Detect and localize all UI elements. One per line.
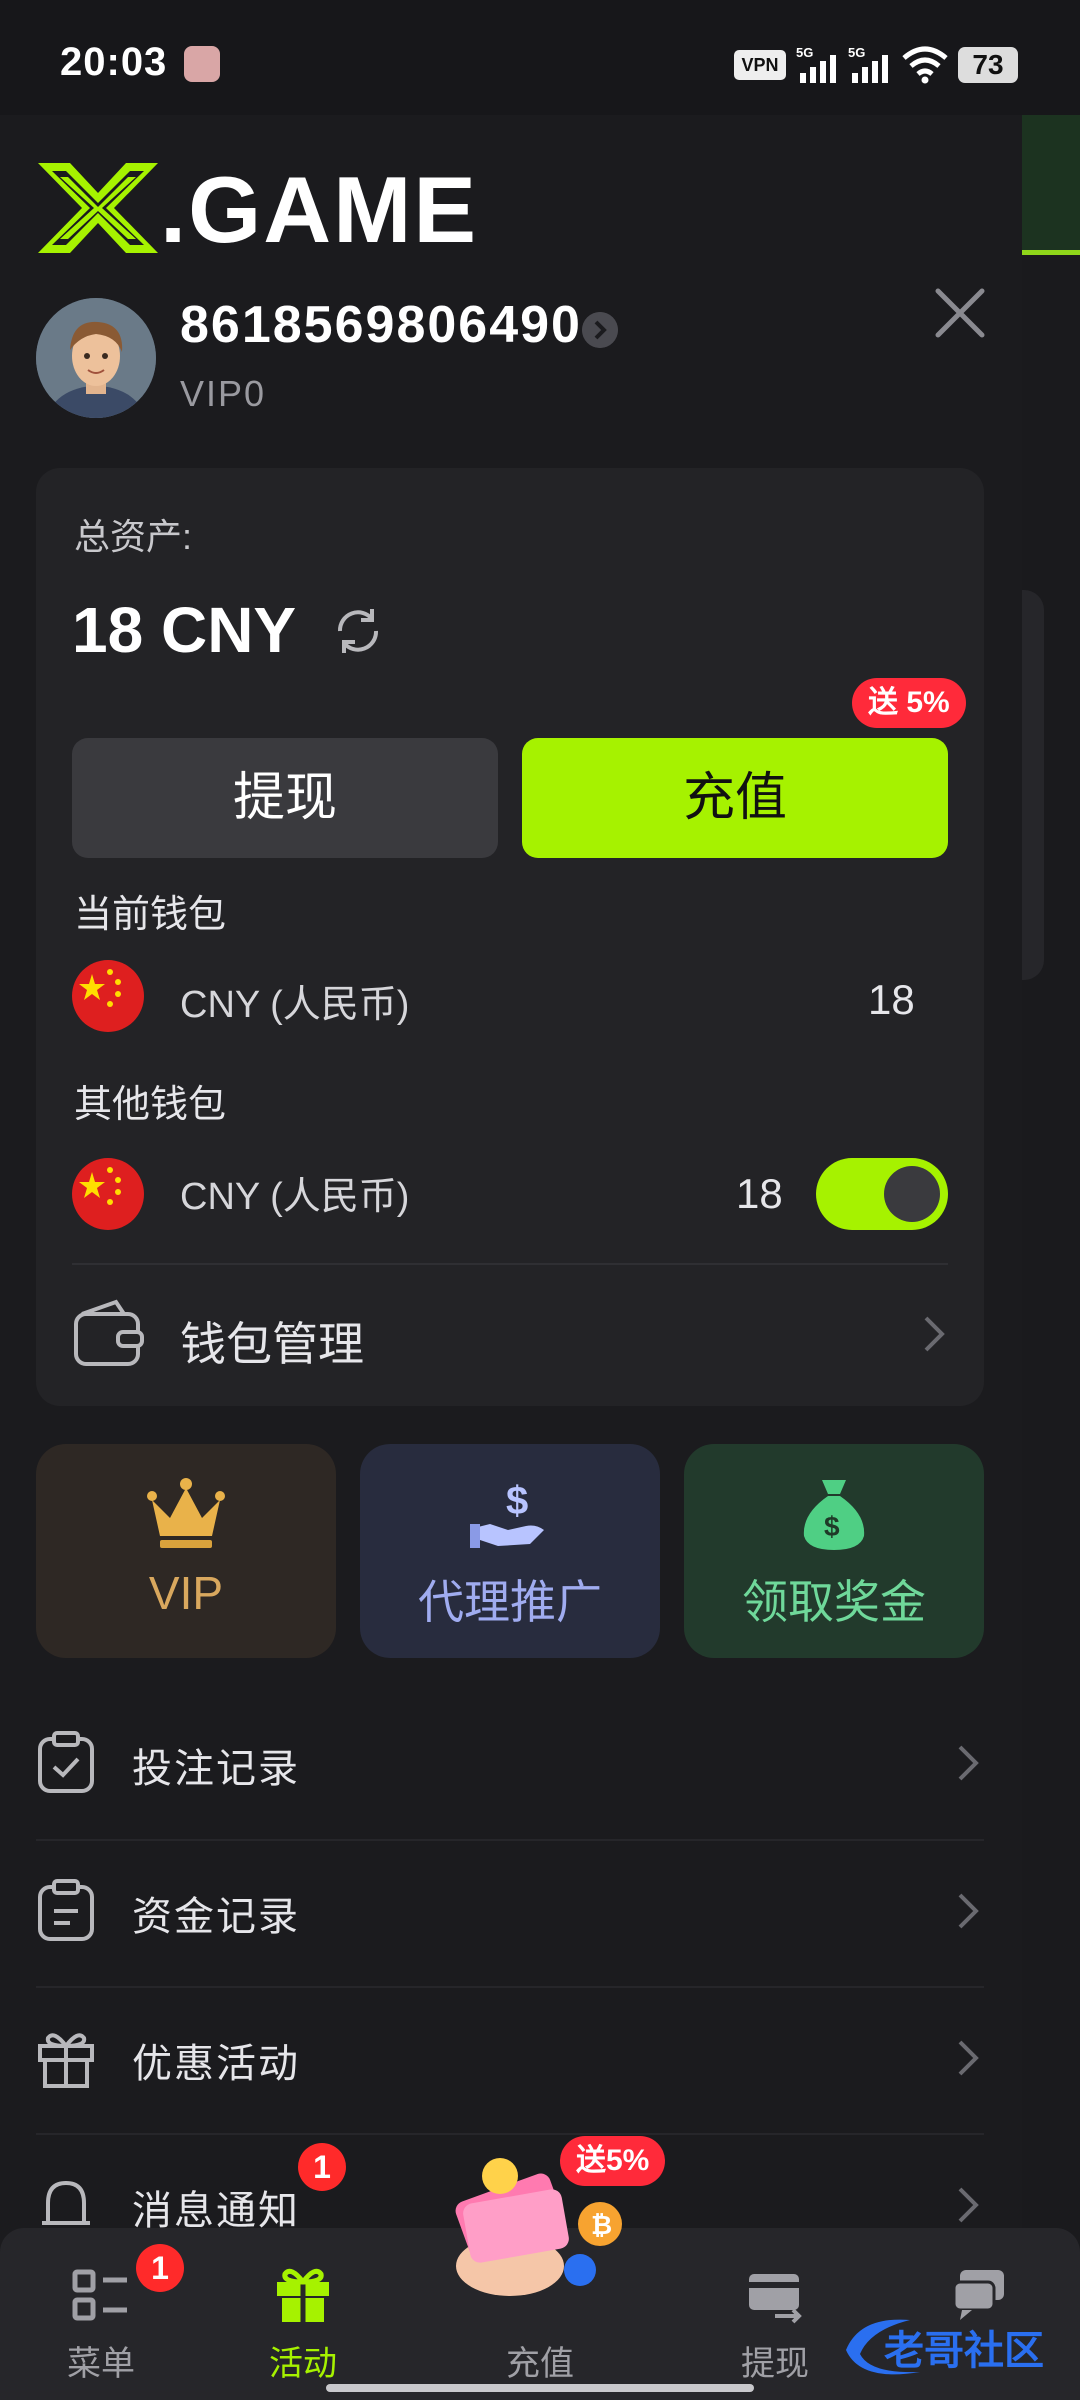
close-icon[interactable] xyxy=(930,283,990,343)
menu-fund-records[interactable]: 资金记录 xyxy=(36,1839,984,1985)
other-wallet-label: 其他钱包 xyxy=(74,1084,227,1126)
logo-x-mark xyxy=(38,163,158,253)
notification-badge: 1 xyxy=(298,2143,346,2191)
toggle-knob xyxy=(884,1166,940,1222)
refresh-icon[interactable] xyxy=(328,601,388,661)
battery-icon: 73 xyxy=(958,47,1018,83)
nav-label: 菜单 xyxy=(67,2345,135,2383)
status-time: 20:03 xyxy=(60,40,168,84)
notification-app-icon xyxy=(184,46,220,82)
logo-text: .GAME xyxy=(160,157,479,262)
nav-activity[interactable]: 活动 xyxy=(228,2252,378,2383)
chevron-right-icon xyxy=(958,2187,979,2223)
nav-label: 活动 xyxy=(269,2345,337,2383)
wallet-icon xyxy=(74,1299,144,1366)
avatar[interactable] xyxy=(36,298,156,418)
current-wallet-amount: 18 xyxy=(868,976,915,1023)
menu-bet-records[interactable]: 投注记录 xyxy=(36,1691,984,1837)
clipboard-list-icon xyxy=(38,1879,94,1941)
china-flag-icon xyxy=(72,1158,144,1230)
avatar-image xyxy=(36,298,156,418)
home-indicator[interactable] xyxy=(326,2384,754,2392)
total-assets-value: 18 CNY xyxy=(72,594,297,666)
gift-icon xyxy=(38,2033,94,2088)
sim2-label: 5G xyxy=(848,45,865,60)
menu-badge: 1 xyxy=(136,2244,184,2292)
tile-vip[interactable]: VIP xyxy=(36,1444,336,1658)
deposit-bonus-badge: 送5% xyxy=(560,2136,666,2186)
wifi-icon xyxy=(902,46,948,84)
other-wallet-currency: CNY (人民币) xyxy=(180,1176,410,1218)
other-wallet-toggle[interactable] xyxy=(816,1158,948,1230)
watermark-text: 老哥社区 xyxy=(884,2329,1044,2373)
crown-icon xyxy=(147,1478,225,1548)
svg-text:$: $ xyxy=(824,1511,840,1542)
tile-agent[interactable]: $ 代理推广 xyxy=(360,1444,660,1658)
current-wallet-currency: CNY (人民币) xyxy=(180,984,410,1026)
gift-icon xyxy=(277,2268,329,2322)
total-assets-label: 总资产: xyxy=(74,516,193,557)
app-root: 20:03 VPN 5G 5G 73 .GAME 8618569806490 V… xyxy=(0,0,1080,2400)
nav-withdraw[interactable]: 提现 xyxy=(700,2252,850,2383)
user-phone[interactable]: 8618569806490 xyxy=(180,295,582,355)
wallet-manage-label[interactable]: 钱包管理 xyxy=(180,1308,364,1374)
chevron-right-icon xyxy=(958,1745,979,1781)
withdraw-button[interactable]: 提现 xyxy=(72,738,498,858)
watermark-logo: 老哥社区 xyxy=(840,2310,1070,2382)
deposit-button[interactable]: 充值 xyxy=(522,738,948,858)
background-card xyxy=(1022,590,1044,980)
other-wallet-amount: 18 xyxy=(736,1170,783,1217)
menu-promotions[interactable]: 优惠活动 xyxy=(36,1986,984,2132)
menu-label: 优惠活动 xyxy=(132,2042,300,2086)
menu-grid-icon xyxy=(72,2269,127,2321)
tile-label: VIP xyxy=(148,1567,224,1619)
clipboard-check-icon xyxy=(38,1731,94,1793)
menu-label: 资金记录 xyxy=(132,1895,300,1939)
vpn-icon: VPN xyxy=(734,50,786,80)
money-bag-icon: $ xyxy=(803,1480,865,1550)
hand-dollar-icon: $ xyxy=(470,1479,544,1548)
vip-level: VIP0 xyxy=(180,373,267,414)
brand-logo: .GAME xyxy=(38,157,488,262)
divider xyxy=(72,1263,948,1265)
background-page xyxy=(1022,115,1080,2400)
chevron-right-icon xyxy=(958,1893,979,1929)
svg-text:₿: ₿ xyxy=(591,2210,612,2240)
chevron-right-icon[interactable] xyxy=(922,1314,946,1354)
tile-label: 代理推广 xyxy=(418,1576,602,1628)
status-bar: 20:03 VPN 5G 5G 73 xyxy=(0,0,1080,115)
wallet-card: 总资产: 18 CNY 提现 充值 送 5% 当前钱包 CNY (人民币) 18 xyxy=(36,468,984,1406)
nav-label: 充值 xyxy=(506,2345,574,2383)
tile-bonus[interactable]: $ 领取奖金 xyxy=(684,1444,984,1658)
chevron-right-icon xyxy=(958,2040,979,2076)
china-flag-stars xyxy=(79,969,121,1007)
svg-text:$: $ xyxy=(506,1479,528,1523)
chevron-right-icon[interactable] xyxy=(582,312,618,348)
china-flag-stars xyxy=(79,1167,121,1205)
signal-icon: 5G xyxy=(796,45,836,83)
background-header xyxy=(1022,115,1080,255)
nav-menu[interactable]: 菜单 1 xyxy=(26,2244,184,2383)
side-drawer: .GAME 8618569806490 VIP0 总资产: 18 CNY 提现 … xyxy=(0,115,1022,2400)
menu-label: 投注记录 xyxy=(132,1747,300,1791)
china-flag-icon xyxy=(72,960,144,1032)
card-transfer-icon xyxy=(749,2274,802,2324)
deposit-bonus-badge: 送 5% xyxy=(852,678,966,728)
signal-icon-2: 5G xyxy=(848,45,888,83)
nav-label: 提现 xyxy=(741,2345,809,2383)
sim1-label: 5G xyxy=(796,45,813,60)
tile-label: 领取奖金 xyxy=(742,1576,926,1628)
current-wallet-label: 当前钱包 xyxy=(74,894,227,936)
